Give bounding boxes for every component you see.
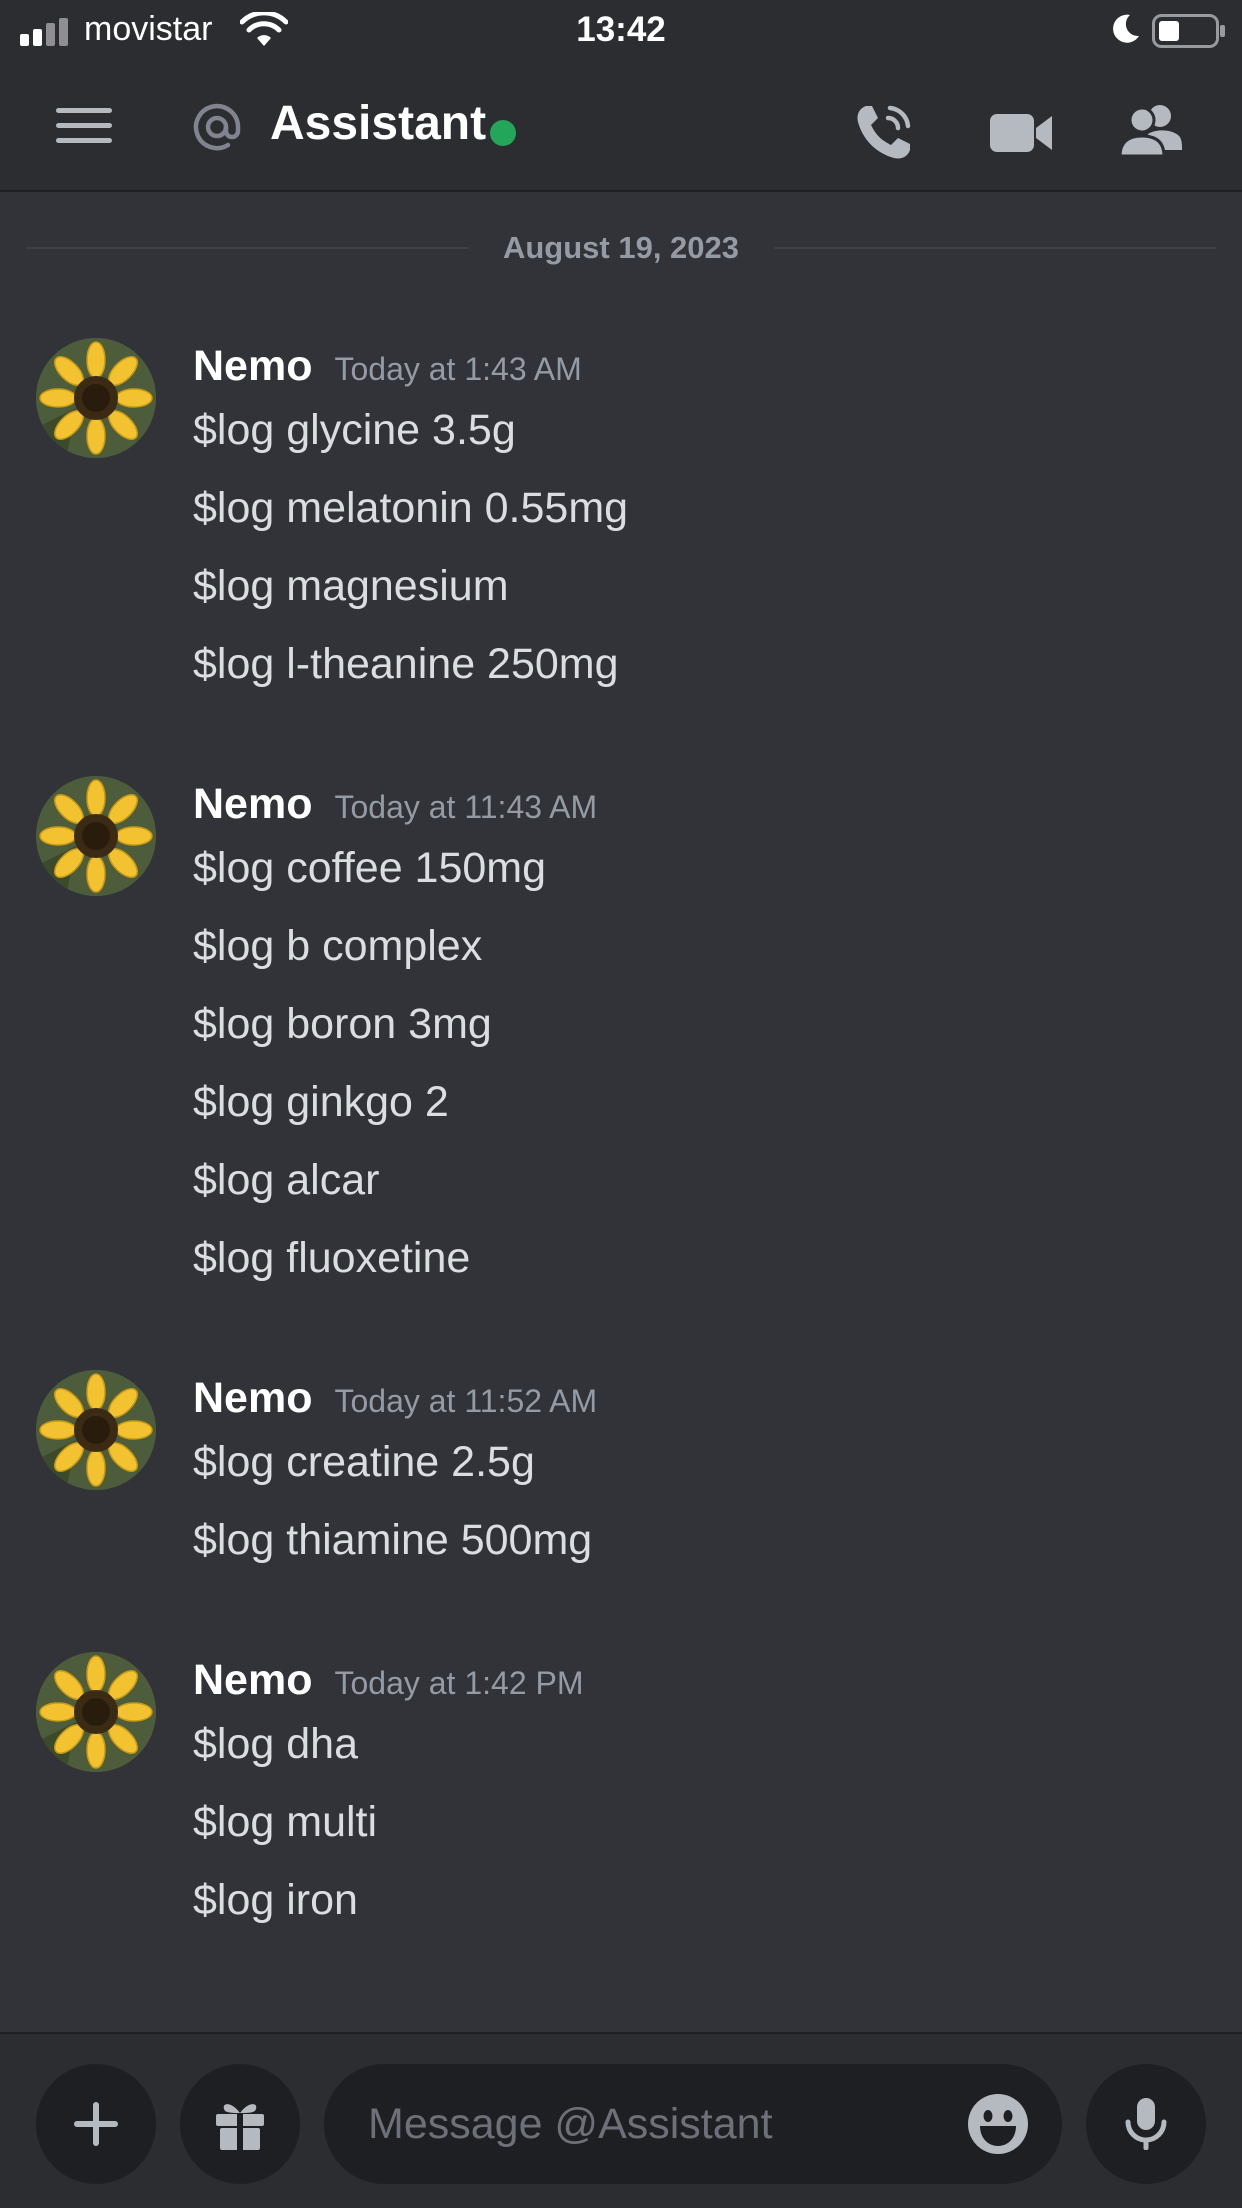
message-group: Nemo Today at 1:42 PM $log dha $log multi… [0,1652,1242,1942]
message-group: Nemo Today at 11:43 AM $log coffee 150mg … [0,776,1242,1306]
battery-icon [1152,14,1225,48]
message-header: Nemo Today at 1:43 AM [193,342,582,396]
message-header: Nemo Today at 1:42 PM [193,1656,584,1710]
members-icon[interactable] [1118,98,1184,164]
gift-button[interactable] [180,2064,300,2184]
message-timestamp: Today at 1:43 AM [334,351,582,387]
message-line[interactable]: $log boron 3mg [193,996,546,1074]
message-line[interactable]: $log dha [193,1716,377,1794]
status-clock: 13:42 [576,10,666,49]
author-name[interactable]: Nemo [193,780,312,828]
message-header: Nemo Today at 11:52 AM [193,1374,597,1428]
message-body: $log dha $log multi $log iron [193,1716,377,1950]
voice-message-button[interactable] [1086,2064,1206,2184]
conversation-title: Assistant [270,97,487,150]
message-line[interactable]: $log creatine 2.5g [193,1434,592,1512]
gift-icon [216,2104,264,2150]
author-name[interactable]: Nemo [193,1656,312,1704]
avatar[interactable] [36,338,156,458]
message-body: $log glycine 3.5g $log melatonin 0.55mg … [193,402,628,714]
sunflower-icon [36,1370,156,1490]
message-line[interactable]: $log alcar [193,1152,546,1230]
message-line[interactable]: $log b complex [193,918,546,996]
avatar[interactable] [36,776,156,896]
message-line[interactable]: $log thiamine 500mg [193,1512,592,1590]
message-timestamp: Today at 11:52 AM [334,1383,598,1419]
status-bar: movistar 13:42 [0,0,1242,62]
sunflower-icon [36,1652,156,1772]
emoji-icon[interactable] [966,2092,1030,2156]
app-frame: movistar 13:42 Assistant August 19, 2023… [0,0,1242,2208]
at-icon [193,103,241,151]
message-group: Nemo Today at 11:52 AM $log creatine 2.5g… [0,1370,1242,1580]
message-timestamp: Today at 11:43 AM [334,789,598,825]
date-divider: August 19, 2023 [26,228,1216,268]
avatar[interactable] [36,1370,156,1490]
message-group: Nemo Today at 1:43 AM $log glycine 3.5g $… [0,338,1242,698]
message-body: $log coffee 150mg $log b complex $log bo… [193,840,546,1308]
phone-call-icon[interactable] [852,98,918,164]
message-input[interactable] [324,2064,1062,2184]
divider-line-right [774,247,1216,249]
message-composer [0,2032,1242,2208]
message-line[interactable]: $log coffee 150mg [193,840,546,918]
avatar[interactable] [36,1652,156,1772]
menu-icon[interactable] [56,106,112,146]
plus-icon [74,2102,118,2146]
sunflower-icon [36,776,156,896]
message-line[interactable]: $log l-theanine 250mg [193,636,628,714]
message-line[interactable]: $log fluoxetine [193,1230,546,1308]
message-line[interactable]: $log multi [193,1794,377,1872]
microphone-icon [1125,2098,1167,2150]
message-body: $log creatine 2.5g $log thiamine 500mg [193,1434,592,1590]
author-name[interactable]: Nemo [193,342,312,390]
video-camera-icon[interactable] [988,102,1054,162]
message-line[interactable]: $log glycine 3.5g [193,402,628,480]
message-line[interactable]: $log iron [193,1872,377,1950]
online-status-dot [490,120,516,146]
sunflower-icon [36,338,156,458]
message-line[interactable]: $log ginkgo 2 [193,1074,546,1152]
author-name[interactable]: Nemo [193,1374,312,1422]
message-timestamp: Today at 1:42 PM [334,1665,584,1701]
do-not-disturb-moon-icon [1113,14,1139,43]
channel-header: Assistant [0,62,1242,192]
attach-button[interactable] [36,2064,156,2184]
message-line[interactable]: $log magnesium [193,558,628,636]
message-line[interactable]: $log melatonin 0.55mg [193,480,628,558]
message-header: Nemo Today at 11:43 AM [193,780,597,834]
